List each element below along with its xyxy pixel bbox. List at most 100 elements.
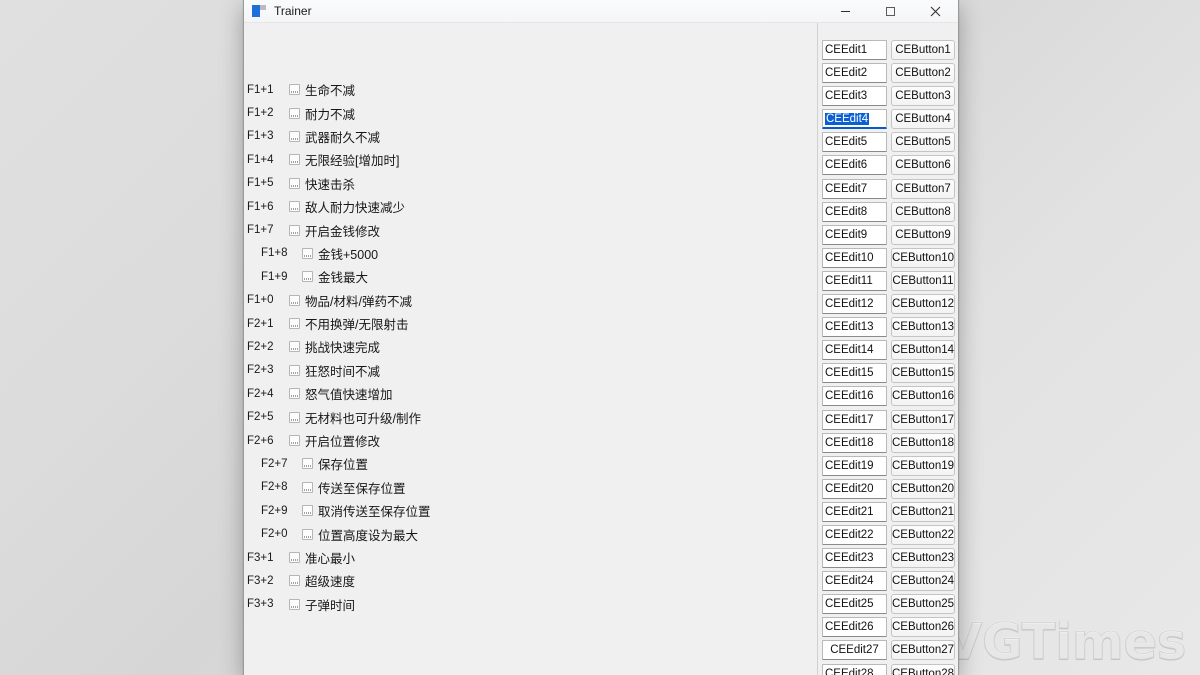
cheat-row: F2+7 保存位置 [244,452,817,475]
ce-edit-field[interactable]: CEEdit20 [822,478,887,499]
ce-control-row: CEEdit15 CEButton15 [822,363,958,386]
minimize-button[interactable] [823,0,868,23]
ce-button[interactable]: CEButton10 [891,247,955,268]
cheat-checkbox[interactable] [302,528,313,540]
ce-control-row: CEEdit14 CEButton14 [822,340,958,363]
cheat-checkbox[interactable] [302,247,313,259]
ce-edit-field[interactable]: CEEdit9 [822,224,887,245]
ce-edit-field[interactable]: CEEdit1 [822,40,887,60]
cheat-hotkey-label: F1+1 [247,83,274,96]
ce-edit-field[interactable]: CEEdit21 [822,501,887,522]
cheat-checkbox[interactable] [289,201,300,213]
ce-button[interactable]: CEButton16 [891,386,955,407]
ce-button[interactable]: CEButton19 [891,455,955,476]
ce-button[interactable]: CEButton3 [891,86,955,107]
ce-edit-field[interactable]: CEEdit6 [822,155,887,176]
ce-control-row: CEEdit12 CEButton12 [822,294,958,317]
ce-edit-field[interactable]: CEEdit28 [822,663,887,675]
ce-edit-field[interactable]: CEEdit14 [822,340,887,361]
ce-edit-field[interactable]: CEEdit8 [822,201,887,222]
ce-button[interactable]: CEButton22 [891,524,955,545]
cheat-checkbox[interactable] [289,177,300,189]
ce-button[interactable]: CEButton18 [891,432,955,453]
cheat-label: 狂怒时间不减 [305,364,381,379]
ce-edit-field[interactable]: CEEdit17 [822,409,887,430]
cheat-checkbox[interactable] [289,575,300,587]
maximize-button[interactable] [868,0,913,23]
cheat-row: F2+1 不用换弹/无限射击 [244,312,817,335]
cheat-checkbox[interactable] [302,481,313,493]
ce-edit-field[interactable]: CEEdit26 [822,617,887,638]
ce-button[interactable]: CEButton21 [891,501,955,522]
ce-button[interactable]: CEButton23 [891,548,955,569]
ce-button[interactable]: CEButton15 [891,363,955,384]
ce-button[interactable]: CEButton28 [891,663,955,675]
ce-edit-field[interactable]: CEEdit23 [822,548,887,569]
cheat-row: F1+6 敌人耐力快速减少 [244,195,817,218]
ce-edit-field[interactable]: CEEdit11 [822,270,887,291]
ce-button[interactable]: CEButton1 [891,40,955,60]
ce-button[interactable]: CEButton26 [891,617,955,638]
cheat-hotkey-label: F2+3 [247,364,274,377]
cheat-checkbox[interactable] [289,364,300,376]
ce-edit-field[interactable]: CEEdit19 [822,455,887,476]
ce-button[interactable]: CEButton27 [891,640,955,661]
cheat-checkbox[interactable] [289,130,300,142]
ce-edit-field[interactable]: CEEdit13 [822,317,887,338]
ce-edit-field[interactable]: CEEdit2 [822,63,887,84]
ce-button[interactable]: CEButton8 [891,201,955,222]
cheat-checkbox[interactable] [289,598,300,610]
ce-edit-field[interactable]: CEEdit18 [822,432,887,453]
ce-edit-field[interactable]: CEEdit22 [822,524,887,545]
title-bar[interactable]: Trainer [244,0,958,23]
cheat-label: 生命不减 [305,84,356,99]
ce-edit-field[interactable]: CEEdit4 [822,109,887,130]
cheat-checkbox[interactable] [302,271,313,283]
ce-button[interactable]: CEButton20 [891,478,955,499]
cheat-checkbox[interactable] [289,552,300,563]
cheat-hotkey-label: F1+6 [247,200,274,213]
cheat-hotkey-label: F2+2 [247,340,274,353]
cheat-checkbox[interactable] [289,84,300,96]
cheat-checkbox[interactable] [289,107,300,119]
cheat-checkbox[interactable] [289,224,300,236]
ce-edit-field[interactable]: CEEdit10 [822,247,887,268]
ce-edit-field[interactable]: CEEdit25 [822,594,887,615]
cheat-checkbox[interactable] [289,318,300,330]
cheat-label: 怒气值快速增加 [305,388,393,403]
ce-button[interactable]: CEButton9 [891,224,955,245]
ce-edit-field[interactable]: CEEdit3 [822,86,887,107]
cheat-checkbox[interactable] [302,505,313,517]
ce-edit-field[interactable]: CEEdit7 [822,178,887,199]
cheat-label: 不用换弹/无限射击 [305,318,409,333]
ce-edit-field[interactable]: CEEdit27 [822,640,887,661]
ce-button[interactable]: CEButton7 [891,178,955,199]
ce-button[interactable]: CEButton11 [891,270,955,291]
cheat-checkbox[interactable] [302,458,313,470]
cheat-checkbox[interactable] [289,294,300,306]
cheat-checkbox[interactable] [289,341,300,353]
ce-button[interactable]: CEButton5 [891,132,955,153]
ce-button[interactable]: CEButton17 [891,409,955,430]
panel-divider [817,23,818,675]
close-button[interactable] [913,0,958,23]
ce-button[interactable]: CEButton12 [891,294,955,315]
ce-button[interactable]: CEButton2 [891,63,955,84]
ce-edit-field[interactable]: CEEdit5 [822,132,887,153]
ce-edit-field[interactable]: CEEdit12 [822,294,887,315]
ce-button[interactable]: CEButton6 [891,155,955,176]
cheat-checkbox[interactable] [289,154,300,166]
ce-button[interactable]: CEButton14 [891,340,955,361]
cheat-checkbox[interactable] [289,435,300,447]
cheat-checkbox[interactable] [289,388,300,400]
ce-button[interactable]: CEButton24 [891,571,955,592]
ce-button[interactable]: CEButton25 [891,594,955,615]
ce-edit-field[interactable]: CEEdit24 [822,571,887,592]
cheat-label: 物品/材料/弹药不减 [305,294,412,309]
cheat-hotkey-label: F2+6 [247,434,274,447]
ce-button[interactable]: CEButton4 [891,109,955,130]
ce-button[interactable]: CEButton13 [891,317,955,338]
ce-edit-field[interactable]: CEEdit16 [822,386,887,407]
cheat-checkbox[interactable] [289,411,300,423]
ce-edit-field[interactable]: CEEdit15 [822,363,887,384]
